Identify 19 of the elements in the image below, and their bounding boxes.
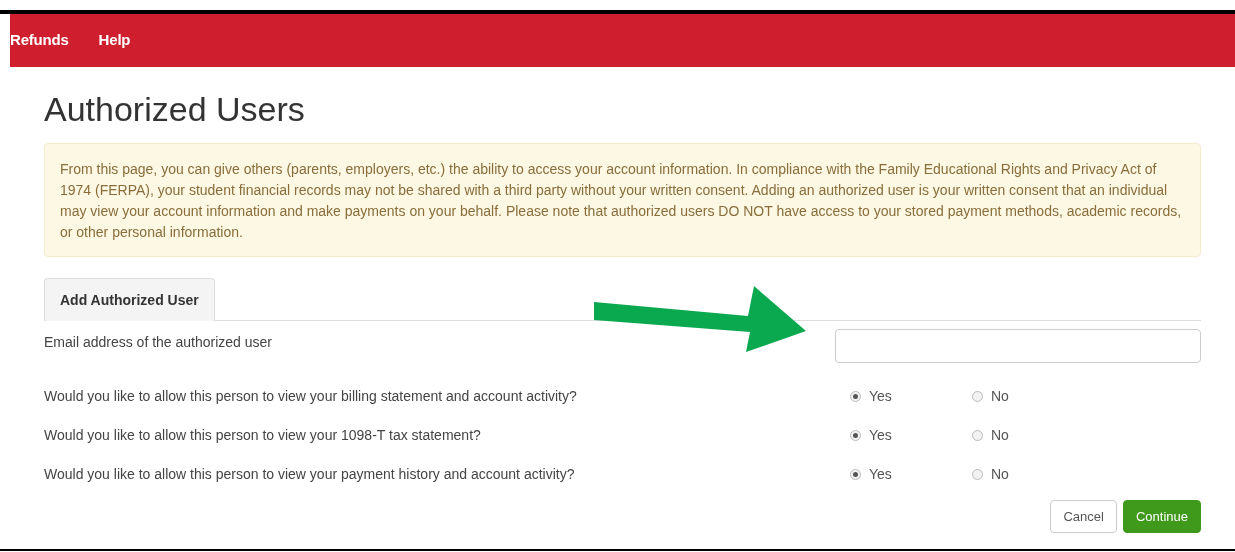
question-text: Would you like to allow this person to view your billing statement and account activity? — [44, 387, 578, 406]
radio-option[interactable]: Yes — [850, 386, 972, 407]
question-text: Would you like to allow this person to view your payment history and account activity? — [44, 465, 576, 484]
tab[interactable]: Add Authorized User — [44, 278, 215, 321]
nav-link[interactable]: Refunds — [10, 29, 69, 52]
arrow-icon — [594, 286, 806, 352]
radio-option[interactable]: No — [972, 464, 1094, 485]
radio-option[interactable]: Yes — [850, 425, 972, 446]
question-text: Would you like to allow this person to view your 1098-T tax statement? — [44, 426, 482, 445]
page-title: Authorized Users — [44, 89, 306, 129]
radio-option[interactable]: No — [972, 386, 1094, 407]
radio-option[interactable]: No — [972, 425, 1094, 446]
nav-link[interactable]: Help — [98, 29, 131, 52]
field-label: Email address of the authorized user — [44, 333, 273, 352]
email-input[interactable] — [835, 329, 1201, 363]
form-button[interactable]: Continue — [1122, 500, 1201, 533]
form-button[interactable]: Cancel — [1050, 500, 1117, 533]
radio-option[interactable]: Yes — [850, 464, 972, 485]
notice-message: From this page, you can give others (parents, employers, etc.) the ability to access your account information. In compliance with the Family Educational Rights and Privacy Act of 1974 (FERPA), your student financial records may not be shared with a third party without your written consent. Adding an authorized user is your written consent that an individual may view your account information and make payments on your behalf. Please note that authorized users DO NOT have access to your stored payment methods, academic records, or other personal information. — [44, 143, 1201, 257]
